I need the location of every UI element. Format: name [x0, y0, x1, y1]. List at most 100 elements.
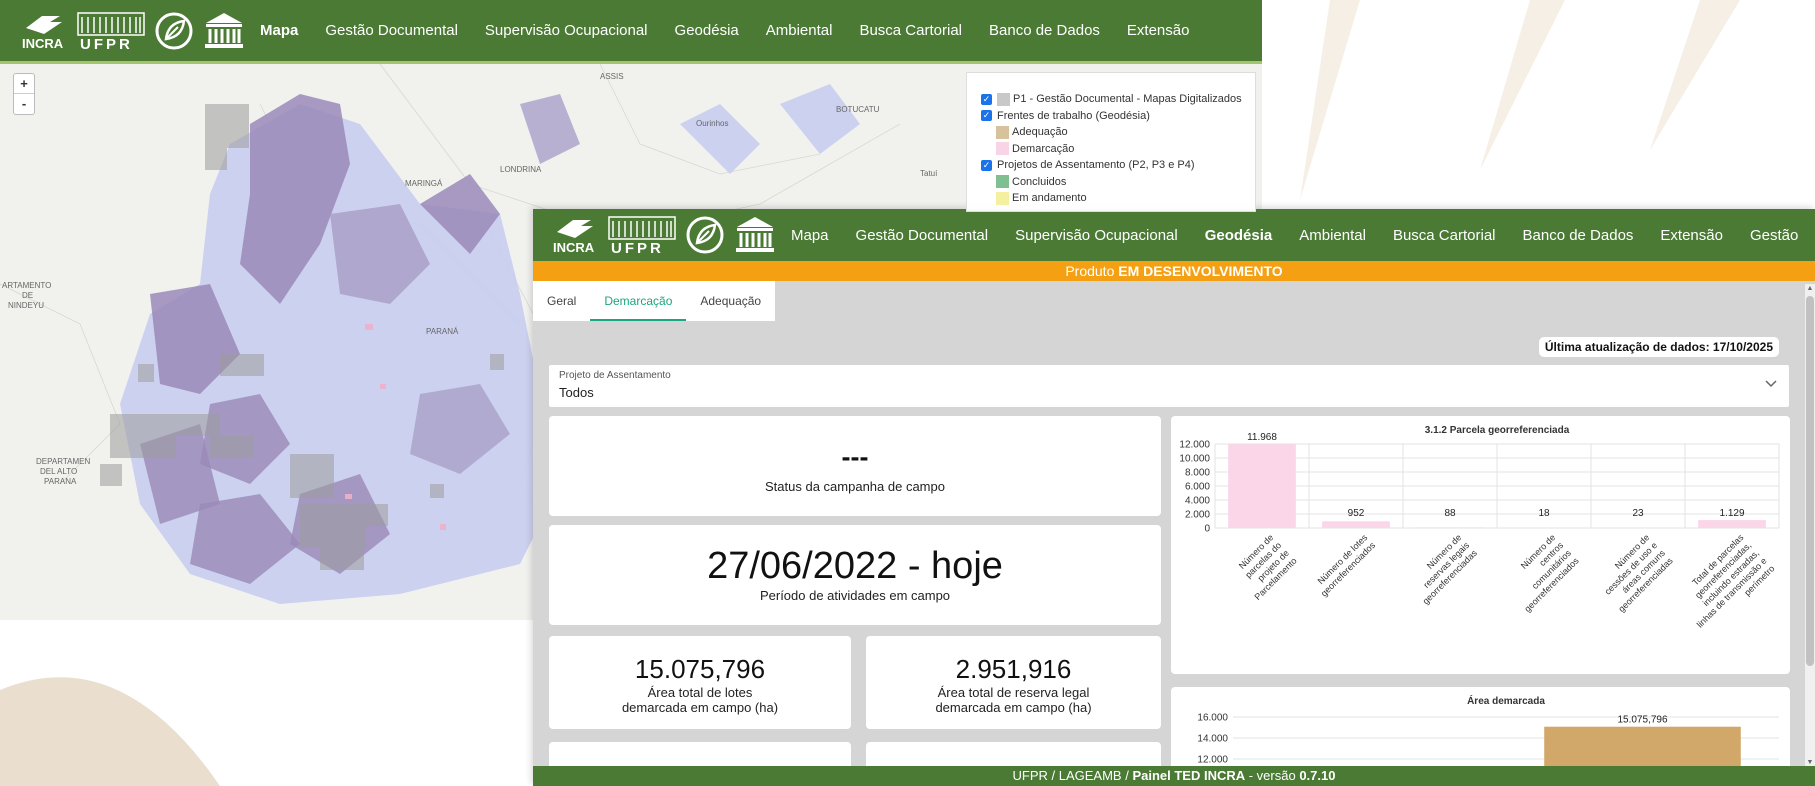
- nav-geodesia[interactable]: Geodésia: [1205, 227, 1273, 244]
- chart-title: 3.1.2 Parcela georreferenciada: [1425, 425, 1570, 436]
- data-label: 88: [1444, 508, 1456, 519]
- area-lots-label: Área total de lotes demarcada em campo (…: [621, 685, 779, 715]
- x-tick-label: Número deparcelas doprojeto deParcelamen…: [1229, 532, 1299, 602]
- incra-logo[interactable]: INCRA: [20, 12, 68, 50]
- projeto-assentamento-select[interactable]: Projeto de Assentamento Todos: [549, 365, 1789, 407]
- tab-geral[interactable]: Geral: [533, 281, 590, 321]
- nav-busca-cartorial[interactable]: Busca Cartorial: [859, 22, 962, 39]
- institution-building-icon[interactable]: [202, 11, 246, 51]
- svg-text:DEPARTAMEN: DEPARTAMEN: [36, 457, 90, 466]
- map-layer-legend: ✓ P1 - Gestão Documental - Mapas Digital…: [966, 72, 1256, 212]
- nav-supervisao-ocupacional[interactable]: Supervisão Ocupacional: [1015, 227, 1178, 244]
- svg-text:Ourinhos: Ourinhos: [696, 119, 728, 128]
- nav-mapa[interactable]: Mapa: [791, 227, 829, 244]
- footer: UFPR / LAGEAMB / Painel TED INCRA - vers…: [533, 766, 1815, 786]
- svg-text:PARANA: PARANA: [44, 477, 77, 486]
- x-tick-label: Número dereservas legaisgeorreferenciada…: [1405, 532, 1479, 606]
- y-tick-label: 10.000: [1179, 454, 1210, 465]
- svg-text:INCRA: INCRA: [553, 240, 595, 254]
- bar: [1698, 520, 1766, 528]
- x-tick-label: Número de lotesgeorreferenciados: [1311, 532, 1377, 598]
- select-label: Projeto de Assentamento: [559, 370, 671, 381]
- area-reserve-card: 2.951,916 Área total de reserva legal de…: [866, 636, 1161, 729]
- campaign-status-card: --- Status da campanha de campo: [549, 416, 1161, 516]
- svg-text:MARINGÁ: MARINGÁ: [405, 179, 443, 188]
- area-reserve-label: Área total de reserva legal demarcada em…: [935, 685, 1092, 715]
- globe-leaf-icon[interactable]: [154, 11, 194, 51]
- legend-item-frentes[interactable]: ✓ Frentes de trabalho (Geodésia): [981, 108, 1255, 125]
- legend-item-projetos[interactable]: ✓ Projetos de Assentamento (P2, P3 e P4): [981, 157, 1255, 174]
- data-label: 952: [1348, 508, 1365, 519]
- chevron-down-icon[interactable]: [1763, 375, 1779, 391]
- map-zoom-control: + -: [13, 73, 35, 115]
- scroll-up-icon[interactable]: ▲: [1805, 284, 1815, 294]
- bar: [1228, 444, 1296, 528]
- legend-item-demarcacao: Demarcação: [981, 141, 1255, 158]
- svg-text:ASSIS: ASSIS: [600, 72, 624, 81]
- zoom-out-button[interactable]: -: [14, 94, 34, 114]
- y-tick-label: 0: [1204, 524, 1210, 535]
- y-tick-label: 16.000: [1197, 713, 1228, 724]
- dashboard-window: INCRA UFPR Mapa Gestão Documental Superv…: [533, 209, 1815, 786]
- nav-menu: Mapa Gestão Documental Supervisão Ocupac…: [260, 22, 1216, 39]
- nav-extensao[interactable]: Extensão: [1127, 22, 1190, 39]
- svg-text:ARTAMENTO: ARTAMENTO: [2, 281, 51, 290]
- y-tick-label: 6.000: [1185, 482, 1210, 493]
- nav-geodesia[interactable]: Geodésia: [675, 22, 739, 39]
- nav-extensao[interactable]: Extensão: [1660, 227, 1723, 244]
- top-navbar: INCRA UFPR Mapa Gestão Documental Superv…: [0, 0, 1262, 64]
- parcela-chart-card: 3.1.2 Parcela georreferenciada 0 2.000 4.00…: [1171, 416, 1790, 674]
- svg-text:PARANÁ: PARANÁ: [426, 327, 459, 336]
- legend-item-adequacao: Adequação: [981, 124, 1255, 141]
- nav-busca-cartorial[interactable]: Busca Cartorial: [1393, 227, 1496, 244]
- legend-item-p1[interactable]: ✓ P1 - Gestão Documental - Mapas Digital…: [981, 91, 1255, 108]
- nav-gestao[interactable]: Gestão: [1750, 227, 1798, 244]
- legend-swatch: [996, 142, 1009, 156]
- period-value: 27/06/2022 - hoje: [707, 545, 1003, 587]
- svg-text:INCRA: INCRA: [22, 36, 64, 50]
- area-lots-card: 15.075,796 Área total de lotes demarcada…: [549, 636, 851, 729]
- period-label: Período de atividades em campo: [759, 588, 951, 603]
- institution-building-icon[interactable]: [733, 215, 777, 255]
- zoom-in-button[interactable]: +: [14, 74, 34, 94]
- vertical-scrollbar[interactable]: ▲ ▼: [1805, 284, 1815, 768]
- tab-demarcacao[interactable]: Demarcação: [590, 281, 687, 321]
- logo-group: INCRA UFPR: [20, 11, 246, 51]
- nav-gestao-documental[interactable]: Gestão Documental: [856, 227, 989, 244]
- nav-supervisao-ocupacional[interactable]: Supervisão Ocupacional: [485, 22, 648, 39]
- svg-text:LONDRINA: LONDRINA: [500, 165, 542, 174]
- ufpr-logo[interactable]: UFPR: [76, 11, 146, 51]
- nav-banco-de-dados[interactable]: Banco de Dados: [989, 22, 1100, 39]
- parcela-georreferenciada-chart: 3.1.2 Parcela georreferenciada 0 2.000 4.00…: [1179, 425, 1780, 637]
- area-lots-value: 15.075,796: [634, 654, 766, 684]
- top-navbar: INCRA UFPR Mapa Gestão Documental Superv…: [533, 209, 1815, 261]
- svg-text:DE: DE: [22, 291, 33, 300]
- x-tick-label: Número decentroscomunitáriosgeorreferenc…: [1499, 532, 1581, 614]
- y-tick-label: 12.000: [1179, 440, 1210, 451]
- scroll-thumb[interactable]: [1806, 296, 1814, 666]
- nav-ambiental[interactable]: Ambiental: [766, 22, 833, 39]
- x-tick-label: Número decessões de uso eáreas comunsgeo…: [1593, 532, 1675, 614]
- data-label: 11.968: [1247, 432, 1277, 443]
- checkbox-icon[interactable]: ✓: [981, 159, 992, 171]
- period-card: 27/06/2022 - hoje Período de atividades …: [549, 525, 1161, 625]
- checkbox-icon[interactable]: ✓: [981, 93, 992, 105]
- legend-item-em-andamento: Em andamento: [981, 190, 1255, 207]
- legend-swatch: [996, 175, 1009, 189]
- nav-banco-de-dados[interactable]: Banco de Dados: [1523, 227, 1634, 244]
- y-tick-label: 2.000: [1185, 510, 1210, 521]
- bar: [1322, 521, 1390, 528]
- incra-logo[interactable]: INCRA: [551, 216, 599, 254]
- globe-leaf-icon[interactable]: [685, 215, 725, 255]
- y-tick-label: 8.000: [1185, 468, 1210, 479]
- nav-mapa[interactable]: Mapa: [260, 22, 298, 39]
- checkbox-icon[interactable]: ✓: [981, 110, 992, 122]
- ufpr-logo[interactable]: UFPR: [607, 215, 677, 255]
- demarcacao-panel: Última atualização de dados: 17/10/2025 …: [533, 321, 1805, 786]
- tab-bar: Geral Demarcação Adequação: [533, 281, 776, 321]
- tab-adequacao[interactable]: Adequação: [686, 281, 775, 321]
- area-reserve-value: 2.951,916: [955, 654, 1072, 684]
- nav-ambiental[interactable]: Ambiental: [1299, 227, 1366, 244]
- x-tick-label: Total de parcelasgeorreferenciadas,inclu…: [1671, 532, 1776, 637]
- nav-gestao-documental[interactable]: Gestão Documental: [325, 22, 458, 39]
